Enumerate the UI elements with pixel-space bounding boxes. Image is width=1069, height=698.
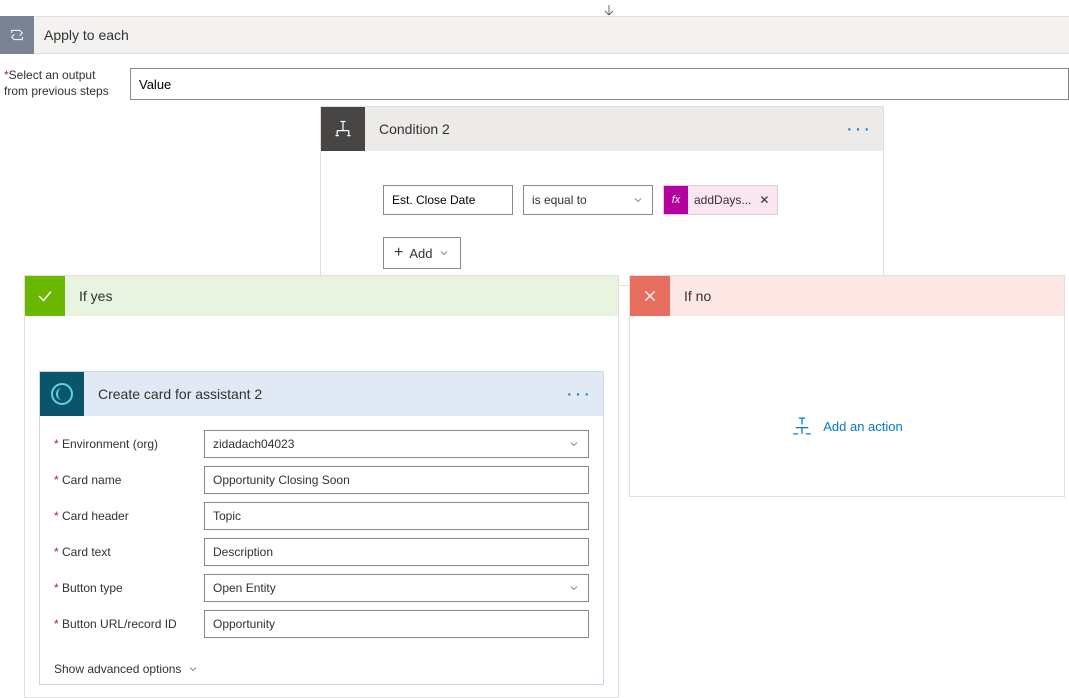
create-card-action: Create card for assistant 2 ··· * Enviro… xyxy=(39,371,604,685)
field-label: * Card name xyxy=(54,473,204,487)
condition-operator-label: is equal to xyxy=(532,193,587,207)
field-select[interactable]: Open Entity xyxy=(204,574,589,602)
field-select[interactable]: zidadach04023 xyxy=(204,430,589,458)
if-yes-header: If yes xyxy=(25,276,618,316)
field-label: * Environment (org) xyxy=(54,437,204,451)
remove-token-button[interactable]: ✕ xyxy=(757,193,771,207)
if-yes-title: If yes xyxy=(79,288,112,304)
condition-right-operand-token[interactable]: fx addDays... ✕ xyxy=(663,185,778,215)
field-label: * Card header xyxy=(54,509,204,523)
form-row: * Button URL/record IDOpportunity xyxy=(54,610,589,638)
if-yes-branch: If yes Create card for assistant 2 ··· *… xyxy=(24,275,619,698)
condition-menu-button[interactable]: ··· xyxy=(841,111,877,147)
add-action-button[interactable]: Add an action xyxy=(630,416,1064,436)
chevron-down-icon xyxy=(438,247,450,259)
form-row: * Card name Opportunity Closing Soon xyxy=(54,466,589,494)
condition-expression-row: is equal to fx addDays... ✕ xyxy=(383,185,853,215)
condition-card: Condition 2 ··· is equal to fx addDays..… xyxy=(320,106,884,286)
field-value: zidadach04023 xyxy=(213,437,294,451)
field-input[interactable]: Description xyxy=(204,538,589,566)
form-row: * Environment (org) zidadach04023 xyxy=(54,430,589,458)
add-condition-button[interactable]: + Add xyxy=(383,237,461,269)
chevron-down-icon xyxy=(568,582,580,594)
add-button-label: Add xyxy=(409,246,432,261)
select-output-row: *Select an output from previous steps xyxy=(4,68,1069,100)
condition-icon xyxy=(321,107,365,151)
select-output-label: *Select an output from previous steps xyxy=(4,68,130,99)
loop-icon xyxy=(0,16,34,54)
if-no-branch: If no Add an action xyxy=(629,275,1065,497)
x-icon xyxy=(630,276,670,316)
form-row: * Button type Open Entity xyxy=(54,574,589,602)
apply-to-each-title: Apply to each xyxy=(44,27,129,43)
condition-body: is equal to fx addDays... ✕ + Add xyxy=(321,151,883,285)
field-input[interactable]: Opportunity Closing Soon xyxy=(204,466,589,494)
field-input[interactable]: Topic xyxy=(204,502,589,530)
field-value: Description xyxy=(213,545,273,559)
condition-operator-select[interactable]: is equal to xyxy=(523,185,653,215)
add-action-icon xyxy=(791,416,813,436)
action-form: * Environment (org) zidadach04023 * Card n… xyxy=(40,416,603,652)
chevron-down-icon xyxy=(568,438,580,450)
select-output-input[interactable] xyxy=(130,68,1069,100)
show-advanced-options[interactable]: Show advanced options xyxy=(40,652,603,684)
plus-icon: + xyxy=(394,245,403,261)
add-action-label: Add an action xyxy=(823,419,903,434)
if-no-title: If no xyxy=(684,288,711,304)
action-title: Create card for assistant 2 xyxy=(98,386,561,402)
advanced-label: Show advanced options xyxy=(54,662,181,676)
check-icon xyxy=(25,276,65,316)
chevron-down-icon xyxy=(187,663,199,675)
action-menu-button[interactable]: ··· xyxy=(561,376,597,412)
condition-title: Condition 2 xyxy=(379,121,841,137)
condition-header[interactable]: Condition 2 ··· xyxy=(321,107,883,151)
field-value: Open Entity xyxy=(213,581,276,595)
apply-to-each-header[interactable]: Apply to each xyxy=(0,16,1069,54)
field-label: * Button type xyxy=(54,581,204,595)
condition-left-operand[interactable] xyxy=(383,185,513,215)
field-input[interactable]: Opportunity xyxy=(204,610,589,638)
field-value: Topic xyxy=(213,509,241,523)
field-label: * Card text xyxy=(54,545,204,559)
if-no-header: If no xyxy=(630,276,1064,316)
chevron-down-icon xyxy=(632,194,644,206)
dynamics-icon xyxy=(40,372,84,416)
fx-token-label: addDays... xyxy=(694,193,751,207)
action-header[interactable]: Create card for assistant 2 ··· xyxy=(40,372,603,416)
fx-icon: fx xyxy=(664,186,688,214)
field-value: Opportunity Closing Soon xyxy=(213,473,350,487)
form-row: * Card header Topic xyxy=(54,502,589,530)
form-row: * Card text Description xyxy=(54,538,589,566)
